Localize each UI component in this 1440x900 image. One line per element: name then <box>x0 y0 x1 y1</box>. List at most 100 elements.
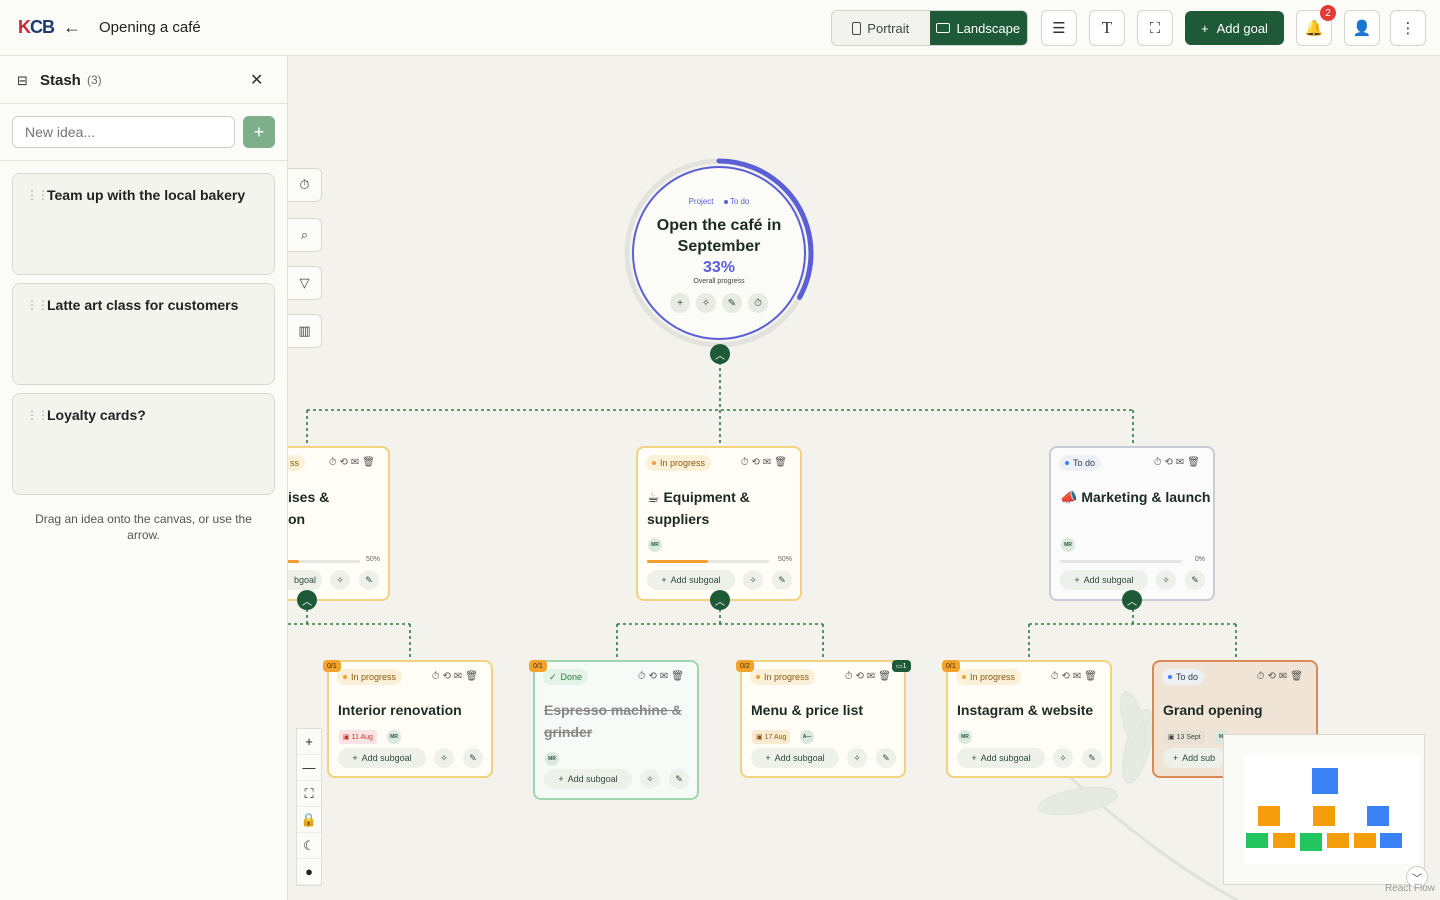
magic-wand-icon[interactable]: ✧ <box>330 570 350 590</box>
progress-label: 0% <box>1194 556 1205 563</box>
timer-icon: ⏱ <box>299 177 310 192</box>
stash-panel: ⊟ Stash (3) ✕ + ⋮⋮ Team up with the loca… <box>0 56 288 900</box>
card-tools[interactable]: ⏱⟲✉🗑 <box>432 671 481 682</box>
close-icon[interactable]: ✕ <box>250 70 263 90</box>
goal-title: ises & on <box>288 489 330 527</box>
goal-card-marketing[interactable]: To do ⏱⟲✉🗑 📣 Marketing & launch MR 0% + … <box>1049 446 1215 601</box>
text-button[interactable]: T <box>1089 10 1125 46</box>
goal-title: Menu & price list <box>751 702 864 718</box>
idea-text: Latte art class for customers <box>47 297 239 313</box>
add-subgoal-button[interactable]: + Add subgoal <box>647 570 735 590</box>
search-icon: ⌕ <box>300 227 309 242</box>
edit-icon[interactable]: ✎ <box>463 748 483 768</box>
add-subgoal-button[interactable]: + Add subgoal <box>1060 570 1148 590</box>
edit-icon[interactable]: ✎ <box>1082 748 1102 768</box>
zoom-out-icon[interactable]: — <box>297 755 321 781</box>
goal-card-espresso[interactable]: 0/1 ✓ Done ⏱⟲✉🗑 Espresso machine & grinde… <box>529 660 699 800</box>
more-menu-button[interactable]: ⋮ <box>1390 10 1426 46</box>
add-subgoal-button[interactable]: + Add subgoal <box>338 748 426 768</box>
timer-tool-button[interactable]: ⏱ <box>288 168 322 202</box>
filter-tool-button[interactable]: ▽ <box>288 266 322 300</box>
goal-card-menu[interactable]: 0/2 ▭ 1 In progress ⏱⟲✉🗑 Menu & price lis… <box>736 660 911 778</box>
add-subgoal-button[interactable]: + Add subgoal <box>544 769 632 789</box>
stash-idea-card[interactable]: ⋮⋮ Latte art class for customers <box>12 283 275 385</box>
card-tools[interactable]: ⏱⟲✉🗑 <box>329 457 378 468</box>
timer-icon[interactable]: ⏱ <box>748 293 768 313</box>
card-tools[interactable]: ⏱⟲✉🗑 <box>1051 671 1100 682</box>
collapse-button[interactable]: ︿ <box>1122 590 1142 610</box>
edit-icon[interactable]: ✎ <box>359 570 379 590</box>
landscape-button[interactable]: Landscape <box>929 11 1027 45</box>
app-logo[interactable]: KCB <box>18 17 55 38</box>
edit-icon[interactable]: ✎ <box>772 570 792 590</box>
user-icon: 👤 <box>1352 20 1372 37</box>
portrait-button[interactable]: Portrait <box>832 11 930 45</box>
chart-icon: ▥ <box>298 323 311 338</box>
palette-icon[interactable]: ● <box>297 859 321 885</box>
layout-button[interactable]: ☰ <box>1041 10 1077 46</box>
magic-wand-icon[interactable]: ✧ <box>640 769 660 789</box>
card-tools[interactable]: ⏱⟲✉🗑 <box>741 457 790 468</box>
magic-wand-icon[interactable]: ✧ <box>1053 748 1073 768</box>
minimap[interactable] <box>1223 734 1425 885</box>
root-labels: Project To do <box>624 197 814 206</box>
magic-wand-icon[interactable]: ✧ <box>434 748 454 768</box>
minimap-node <box>1367 806 1389 826</box>
edit-icon[interactable]: ✎ <box>876 748 896 768</box>
progress-bar <box>647 560 769 563</box>
zoom-in-icon[interactable]: + <box>297 729 321 755</box>
layout-icon: ☰ <box>1052 20 1066 37</box>
account-button[interactable]: 👤 <box>1344 10 1380 46</box>
root-progress-percent: 33% <box>702 259 736 276</box>
add-subgoal-button[interactable]: + Add sub <box>1163 748 1225 768</box>
stash-idea-card[interactable]: ⋮⋮ Team up with the local bakery <box>12 173 275 275</box>
goal-card-interior[interactable]: 0/1 In progress ⏱⟲✉🗑 Interior renovation… <box>323 660 493 778</box>
status-badge: In progress <box>750 669 816 685</box>
magic-wand-icon[interactable]: ✧ <box>847 748 867 768</box>
minimap-node <box>1258 806 1280 826</box>
plus-icon: + <box>1201 20 1209 36</box>
magic-wand-icon[interactable]: ✧ <box>743 570 763 590</box>
attribution[interactable]: React Flow <box>1385 883 1435 894</box>
new-idea-input[interactable] <box>12 116 235 148</box>
search-tool-button[interactable]: ⌕ <box>288 218 322 252</box>
bell-icon: 🔔 <box>1304 20 1324 37</box>
root-goal-node[interactable]: Project To do Open the café in September… <box>624 158 814 348</box>
card-tools[interactable]: ⏱⟲✉🗑 <box>1154 457 1203 468</box>
due-date-chip: ▣ 17 Aug <box>752 730 791 744</box>
collapse-button[interactable]: ︿ <box>297 590 317 610</box>
edit-icon[interactable]: ✎ <box>1185 570 1205 590</box>
card-tools[interactable]: ⏱⟲✉🗑 <box>845 671 894 682</box>
divider <box>0 160 287 161</box>
root-type-label: Project <box>688 197 714 206</box>
collapse-button[interactable]: ︿ <box>710 590 730 610</box>
edit-icon[interactable]: ✎ <box>669 769 689 789</box>
drag-handle-icon[interactable]: ⋮⋮ <box>26 298 49 312</box>
add-subgoal-button[interactable]: + Add subgoal <box>751 748 839 768</box>
status-badge: ✓ Done <box>543 669 589 685</box>
fullscreen-button[interactable]: ⛶ <box>1137 10 1173 46</box>
fit-icon[interactable]: ⛶ <box>297 781 321 807</box>
add-subgoal-button[interactable]: + Add subgoal <box>957 748 1045 768</box>
add-idea-button[interactable]: + <box>243 116 275 148</box>
stash-idea-card[interactable]: ⋮⋮ Loyalty cards? <box>12 393 275 495</box>
avatar: MR <box>387 730 401 744</box>
zoom-controls: + — ⛶ 🔒 ☾ ● <box>296 728 322 886</box>
drag-handle-icon[interactable]: ⋮⋮ <box>26 408 49 422</box>
root-collapse-button[interactable]: ︿ <box>710 344 730 364</box>
goal-card-instagram[interactable]: 0/1 In progress ⏱⟲✉🗑 Instagram & website… <box>942 660 1112 778</box>
text-icon: T <box>1101 18 1113 37</box>
goal-card-equipment[interactable]: In progress ⏱⟲✉🗑 ☕ Equipment & suppliers… <box>636 446 802 601</box>
add-goal-button[interactable]: + Add goal <box>1185 11 1284 45</box>
drag-handle-icon[interactable]: ⋮⋮ <box>26 188 49 202</box>
chart-tool-button[interactable]: ▥ <box>288 314 322 348</box>
magic-wand-icon[interactable]: ✧ <box>696 293 716 313</box>
back-arrow-icon[interactable]: ← <box>63 17 81 38</box>
lock-icon[interactable]: 🔒 <box>297 807 321 833</box>
moon-icon[interactable]: ☾ <box>297 833 321 859</box>
card-tools[interactable]: ⏱⟲✉🗑 <box>1257 671 1306 682</box>
edit-icon[interactable]: ✎ <box>722 293 742 313</box>
magic-wand-icon[interactable]: ✧ <box>1156 570 1176 590</box>
card-tools[interactable]: ⏱⟲✉🗑 <box>638 671 687 682</box>
add-subgoal-icon[interactable]: + <box>670 293 690 313</box>
